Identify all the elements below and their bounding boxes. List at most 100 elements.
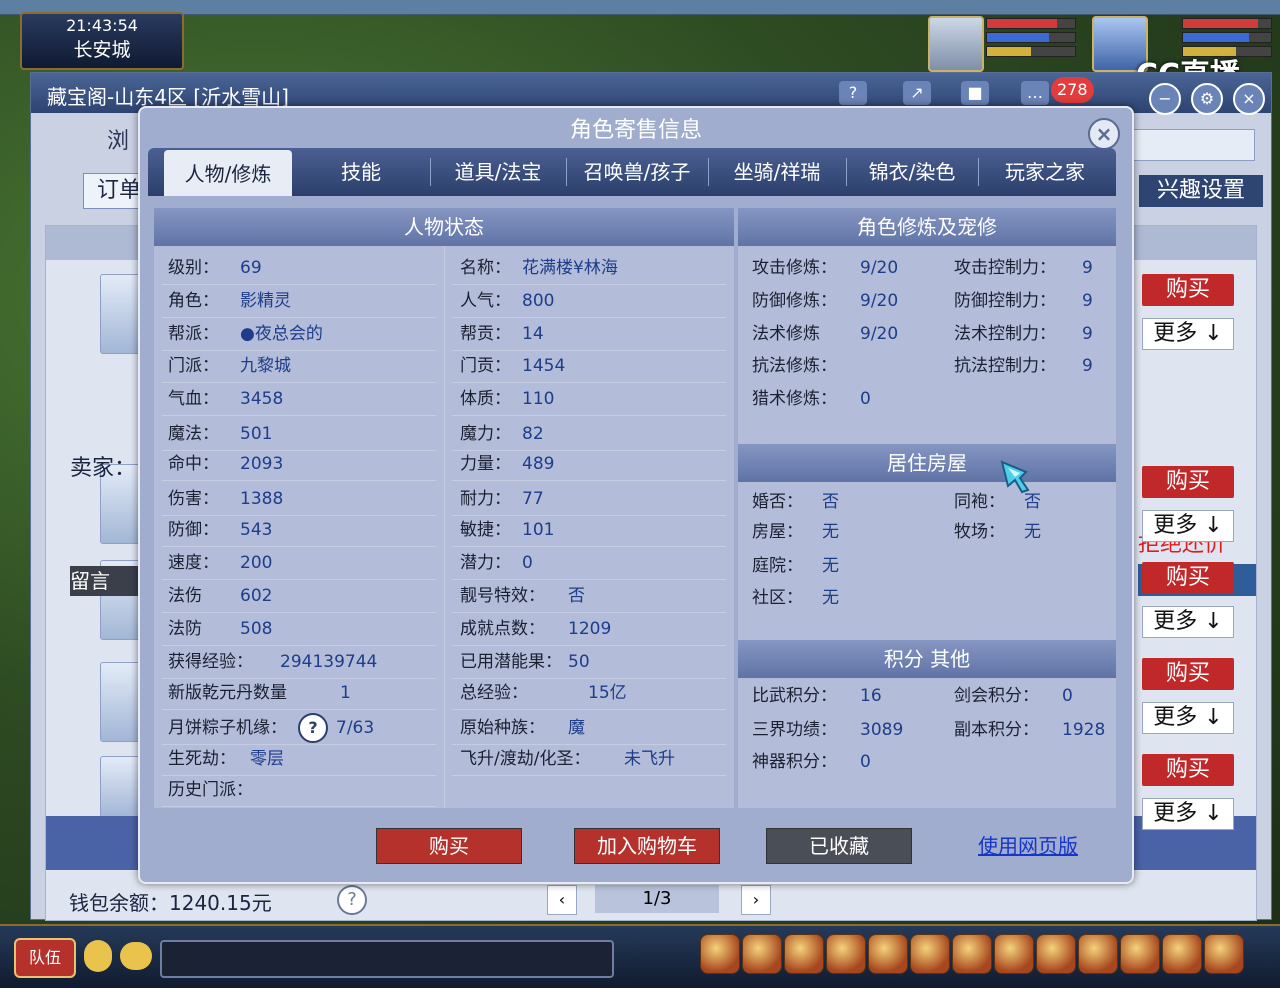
sword-icon[interactable] [700,934,740,974]
pet-avatar[interactable] [928,16,984,72]
friend-icon[interactable] [994,934,1034,974]
listing-buy-button[interactable]: 购买 [1142,466,1234,498]
wallet-balance: 钱包余额：1240.15元 [69,891,272,915]
row-divider [162,709,436,710]
browse-tab[interactable]: 浏 [107,123,129,155]
help-icon[interactable]: ? [298,713,328,743]
status-value: 602 [240,586,273,606]
status-label: 飞升/渡劫/化圣： [460,749,591,769]
mail-icon[interactable] [1036,934,1076,974]
chat-input[interactable] [160,940,614,978]
status-label: 命中： [168,454,219,474]
tab-pets[interactable]: 召唤兽/孩子 [568,148,706,196]
chat-icon[interactable]: … [1021,81,1049,105]
listing-buy-button[interactable]: 购买 [1142,754,1234,786]
listing-buy-button[interactable]: 购买 [1142,274,1234,306]
status-value: 九黎城 [240,356,291,376]
status-label: 靓号特效： [460,586,545,606]
dialog-close-icon[interactable]: × [1088,118,1120,150]
gear-icon[interactable]: ⚙ [1191,83,1223,115]
status-label: 速度： [168,553,219,573]
info-row: 房屋：无牧场：无 [738,516,1116,548]
listing-buy-button[interactable]: 购买 [1142,562,1234,594]
dialog-tabs: 人物/修炼 技能 道具/法宝 召唤兽/孩子 坐骑/祥瑞 锦衣/染色 玩家之家 [148,148,1116,196]
info-label: 神器积分： [752,752,837,772]
listing-more-button[interactable]: 更多 ↓ [1142,510,1234,542]
interest-settings-button[interactable]: 兴趣设置 [1139,175,1263,207]
listing-more-button[interactable]: 更多 ↓ [1142,702,1234,734]
tab-mounts[interactable]: 坐骑/祥瑞 [710,148,844,196]
skill-icon[interactable] [784,934,824,974]
add-to-cart-button[interactable]: 加入购物车 [574,828,720,864]
status-value: 69 [240,258,262,278]
status-value: 77 [522,489,544,509]
use-web-version-link[interactable]: 使用网页版 [978,830,1078,859]
status-value: 否 [568,586,585,606]
map-icon[interactable] [1078,934,1118,974]
status-row: 潜力： 0 [444,547,734,579]
wallet-help-icon[interactable]: ? [337,885,367,915]
info-value: 9/20 [860,324,899,344]
status-label: 月饼粽子机缘： [168,718,287,738]
pet-icon[interactable] [826,934,866,974]
info-value: 0 [860,389,871,409]
listing-more-button[interactable]: 更多 ↓ [1142,318,1234,350]
info-value: 无 [822,556,839,576]
info-value: 否 [822,492,839,512]
bag-icon[interactable] [742,934,782,974]
status-label: 门贡： [460,356,511,376]
status-row: 总经验： 15亿 [444,677,734,709]
info-row: 庭院： 无 [738,550,1116,582]
status-label: 成就点数： [460,619,545,639]
microphone-icon[interactable] [84,940,112,972]
status-value: 543 [240,520,273,540]
status-value: 2093 [240,454,284,474]
listing-more-button[interactable]: 更多 ↓ [1142,798,1234,830]
minimize-icon[interactable]: − [1149,83,1181,115]
system-icon[interactable] [1204,934,1244,974]
info-label: 副本积分： [954,720,1039,740]
info-value: 9/20 [860,291,899,311]
info-label: 牧场： [954,522,1005,542]
next-page-button[interactable]: › [741,885,771,915]
listing-buy-button[interactable]: 购买 [1142,658,1234,690]
stop-icon[interactable]: ■ [961,81,989,105]
chat-bubble-icon[interactable] [120,942,152,970]
status-row: 月饼粽子机缘： 7/63? [154,712,444,744]
tab-character[interactable]: 人物/修炼 [164,150,292,196]
tab-skills[interactable]: 技能 [296,148,426,196]
buy-button[interactable]: 购买 [376,828,522,864]
info-label: 防御修炼： [752,291,837,311]
info-label: 抗法控制力： [954,356,1056,376]
info-label: 攻击控制力： [954,258,1056,278]
search-input[interactable] [1129,129,1255,161]
prev-page-button[interactable]: ‹ [547,885,577,915]
close-icon[interactable]: × [1233,83,1265,115]
team-icon[interactable] [868,934,908,974]
status-value: 501 [240,424,273,444]
clock-time: 21:43:54 [66,16,138,35]
status-label: 历史门派： [168,780,253,800]
info-label: 猎术修炼： [752,389,837,409]
info-row: 社区： 无 [738,582,1116,614]
favorited-button[interactable]: 已收藏 [766,828,912,864]
listing-more-button[interactable]: 更多 ↓ [1142,606,1234,638]
status-label: 魔法： [168,424,219,444]
guild-icon[interactable] [910,934,950,974]
status-value: 零层 [250,749,284,769]
team-button[interactable]: 队伍 [14,938,76,978]
status-row: 名称： 花满楼¥林海 [444,252,734,284]
activity-icon[interactable] [1162,934,1202,974]
forward-icon[interactable]: ↗ [903,81,931,105]
tab-items[interactable]: 道具/法宝 [432,148,564,196]
tab-player-home[interactable]: 玩家之家 [980,148,1110,196]
city-name: 长安城 [73,39,131,61]
quest-icon[interactable] [952,934,992,974]
info-label: 庭院： [752,556,803,576]
info-row: 婚否：否同袍：否 [738,486,1116,518]
help-icon[interactable]: ? [839,81,867,105]
status-row: 气血： 3458 [154,383,444,415]
tab-outfits[interactable]: 锦衣/染色 [848,148,976,196]
status-value: 15亿 [588,683,627,703]
shop-icon[interactable] [1120,934,1160,974]
